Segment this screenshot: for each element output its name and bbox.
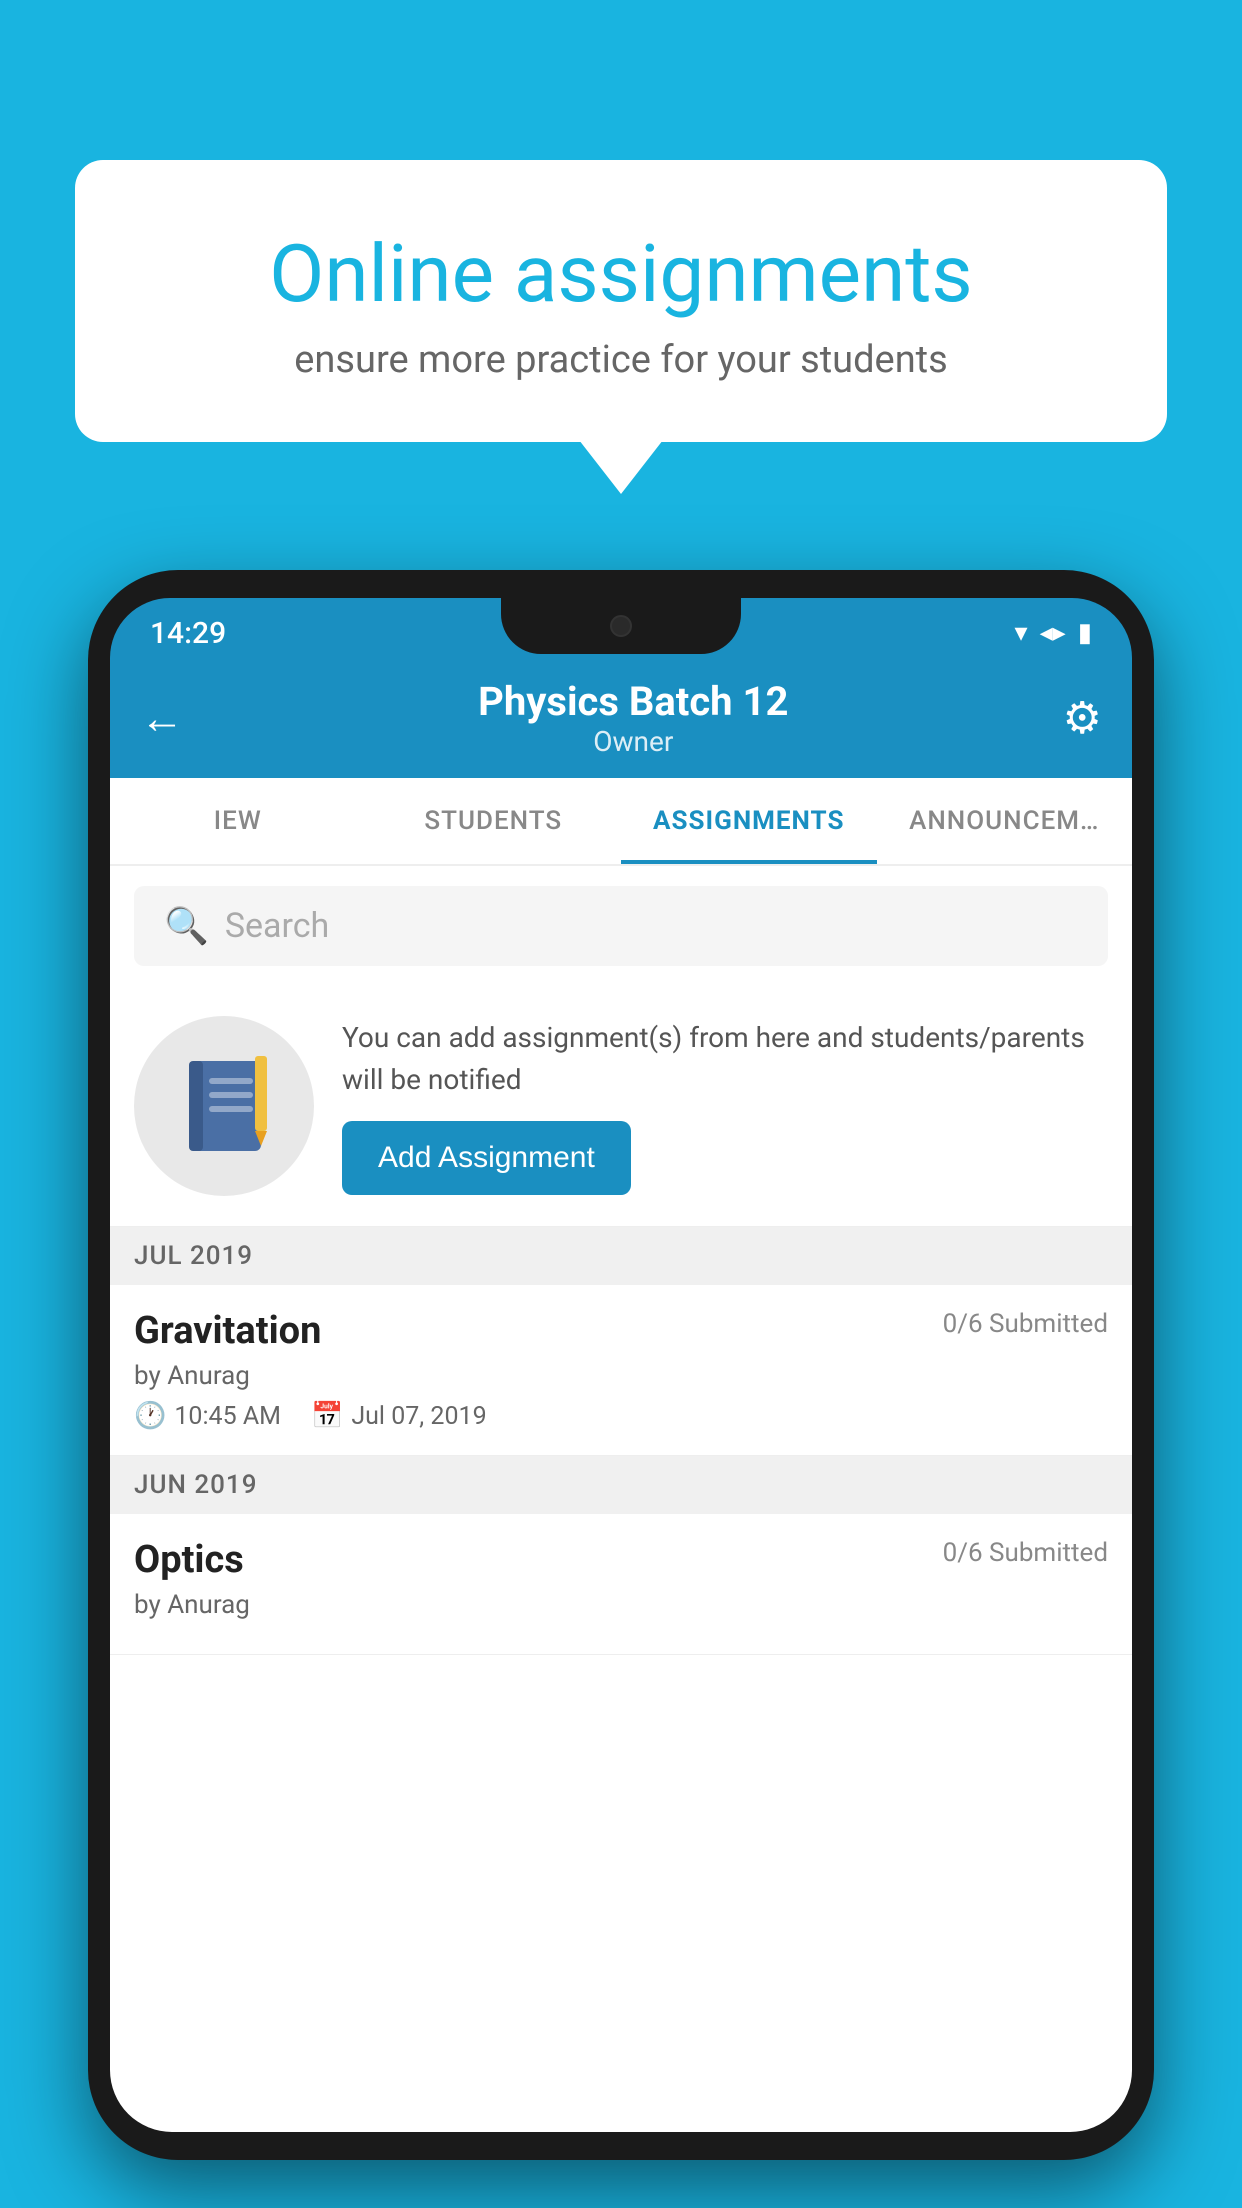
assignment-name-optics: Optics [134, 1538, 244, 1582]
promo-title: Online assignments [155, 230, 1087, 318]
clock-icon: 🕐 [134, 1401, 166, 1431]
add-promo-section: You can add assignment(s) from here and … [110, 986, 1132, 1227]
tab-iew[interactable]: IEW [110, 778, 366, 864]
assignment-by-optics: by Anurag [134, 1590, 1108, 1620]
assignment-submitted: 0/6 Submitted [943, 1309, 1108, 1339]
add-assignment-button[interactable]: Add Assignment [342, 1121, 631, 1195]
tabs-bar: IEW STUDENTS ASSIGNMENTS ANNOUNCEM… [110, 778, 1132, 866]
assignment-item-optics[interactable]: Optics 0/6 Submitted by Anurag [110, 1514, 1132, 1655]
assignment-top-row-optics: Optics 0/6 Submitted [134, 1538, 1108, 1582]
settings-icon[interactable]: ⚙ [1063, 692, 1102, 744]
assignment-item-gravitation[interactable]: Gravitation 0/6 Submitted by Anurag 🕐 10… [110, 1285, 1132, 1456]
assignment-date: 📅 Jul 07, 2019 [311, 1401, 487, 1431]
assignment-time: 🕐 10:45 AM [134, 1401, 281, 1431]
search-icon: 🔍 [164, 905, 209, 947]
assignment-name: Gravitation [134, 1309, 321, 1353]
status-time: 14:29 [150, 616, 226, 651]
back-button[interactable]: ← [140, 692, 184, 744]
section-header-jun: JUN 2019 [110, 1456, 1132, 1514]
app-bar-subtitle: Owner [204, 725, 1063, 758]
assignment-top-row: Gravitation 0/6 Submitted [134, 1309, 1108, 1353]
add-promo-text-block: You can add assignment(s) from here and … [342, 1017, 1108, 1195]
calendar-icon: 📅 [311, 1401, 343, 1431]
screen: ← Physics Batch 12 Owner ⚙ IEW STUDENTS … [110, 658, 1132, 2132]
signal-icon: ◂▸ [1040, 618, 1066, 648]
notebook-icon [179, 1056, 269, 1156]
phone-mockup: 14:29 ▾ ◂▸ ▮ ← Physics Batch 12 Owner ⚙ [88, 570, 1154, 2208]
battery-icon: ▮ [1078, 618, 1092, 648]
phone-notch [501, 598, 741, 654]
tab-assignments[interactable]: ASSIGNMENTS [621, 778, 877, 864]
search-bar[interactable]: 🔍 Search [134, 886, 1108, 966]
add-promo-description: You can add assignment(s) from here and … [342, 1017, 1108, 1101]
search-container: 🔍 Search [110, 866, 1132, 986]
assignment-meta: 🕐 10:45 AM 📅 Jul 07, 2019 [134, 1401, 1108, 1431]
assignment-submitted-optics: 0/6 Submitted [943, 1538, 1108, 1568]
app-bar-title-block: Physics Batch 12 Owner [204, 678, 1063, 758]
tab-announcements[interactable]: ANNOUNCEM… [877, 778, 1133, 864]
promo-subtitle: ensure more practice for your students [155, 338, 1087, 382]
search-placeholder: Search [225, 906, 329, 946]
promo-card: Online assignments ensure more practice … [75, 160, 1167, 442]
section-header-jul: JUL 2019 [110, 1227, 1132, 1285]
app-bar-title: Physics Batch 12 [204, 678, 1063, 725]
assignment-by: by Anurag [134, 1361, 1108, 1391]
camera [610, 615, 632, 637]
tab-students[interactable]: STUDENTS [366, 778, 622, 864]
add-promo-icon-circle [134, 1016, 314, 1196]
app-bar: ← Physics Batch 12 Owner ⚙ [110, 658, 1132, 778]
phone-outer: 14:29 ▾ ◂▸ ▮ ← Physics Batch 12 Owner ⚙ [88, 570, 1154, 2160]
wifi-icon: ▾ [1015, 618, 1028, 648]
status-icons: ▾ ◂▸ ▮ [1015, 618, 1092, 648]
